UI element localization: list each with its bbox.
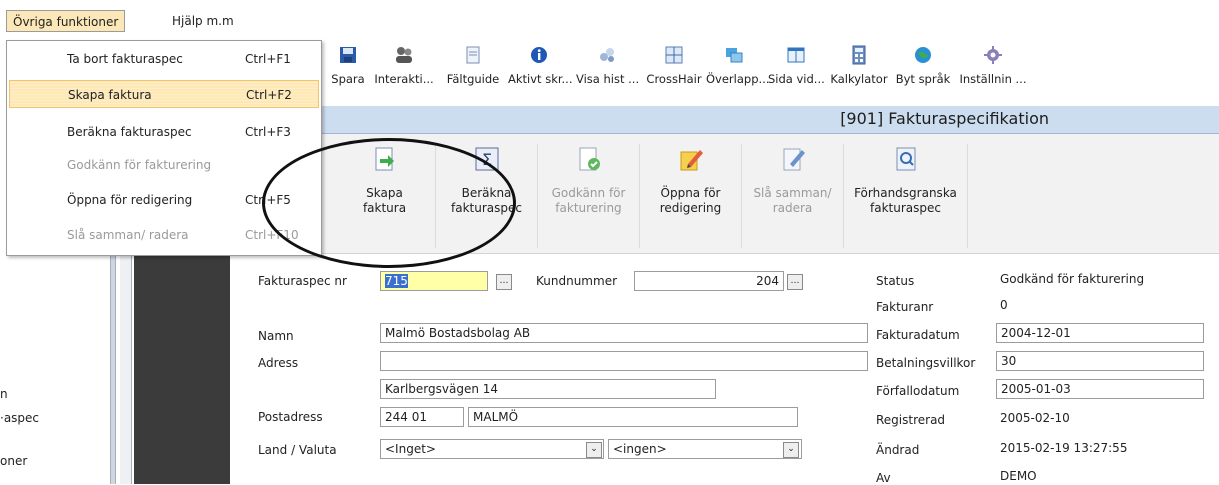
sla-samman-radera-button[interactable]: Slå samman/radera [742, 144, 844, 248]
status-value: Godkänd för fakturering [1000, 272, 1145, 286]
adress-label: Adress [258, 356, 299, 370]
status-label: Status [876, 274, 915, 288]
byt-sprak-button[interactable]: Byt språk [894, 44, 952, 104]
kundnummer-lookup-button[interactable]: … [787, 274, 803, 290]
chevron-down-icon[interactable]: ⌄ [783, 442, 799, 458]
menu-item-sla-samman-radera[interactable]: Slå samman/ radera Ctrl+F10 [9, 221, 319, 249]
preview-icon [896, 147, 915, 171]
fakturaspec-nr-field[interactable]: 715 [380, 271, 488, 291]
menu-bar: Övriga funktioner Hjälp m.m [0, 0, 1219, 38]
invoice-spec-form: Fakturaspec nr 715 … Kundnummer 204 … Na… [230, 255, 1219, 485]
installningar-button[interactable]: Inställnin ... [958, 44, 1028, 104]
calculator-icon [852, 45, 866, 65]
menu-item-skapa-faktura[interactable]: Skapa faktura Ctrl+F2 [9, 80, 319, 108]
sidebar-item[interactable]: oner [0, 454, 27, 468]
sidebar-item[interactable]: ·aspec [0, 411, 39, 425]
ovriga-funktioner-dropdown: Ta bort fakturaspec Ctrl+F1 Skapa faktura… [6, 40, 322, 256]
document-icon [466, 46, 480, 64]
crosshair-icon [665, 46, 683, 64]
adress-field[interactable] [380, 351, 868, 371]
fakturaspec-nr-label: Fakturaspec nr [258, 274, 347, 288]
action-panel: Skapa faktura Σ Beräkna fakturaspec Godkän… [230, 134, 1219, 254]
svg-text:Σ: Σ [481, 150, 491, 169]
menu-item-oppna-for-redigering[interactable]: Öppna för redigering Ctrl+F5 [9, 186, 319, 214]
fakturaspec-lookup-button[interactable]: … [496, 274, 512, 290]
betalningsvillkor-label: Betalningsvillkor [876, 356, 976, 370]
kundnummer-field[interactable]: 204 [634, 271, 784, 291]
toolbar: Spara Interakti... Fältguide Aktivt skr.… [322, 38, 1219, 106]
create-invoice-icon [375, 147, 394, 171]
av-label: Av [876, 471, 891, 485]
window-title-bar: [901] Fakturaspecifikation [322, 106, 1219, 134]
sida-vid-button[interactable]: Sida vid... [768, 44, 825, 104]
godkann-for-fakturering-button[interactable]: Godkänn för fakturering [538, 144, 640, 248]
save-icon [340, 47, 356, 63]
land-select[interactable]: <Inget> [380, 439, 604, 459]
faltguide-button[interactable]: Fältguide [446, 44, 500, 104]
adress2-field[interactable]: Karlbergsvägen 14 [380, 379, 716, 399]
window-title: [901] Fakturaspecifikation [840, 109, 1049, 128]
forfallodatum-label: Förfallodatum [876, 384, 960, 398]
overlapp-button[interactable]: Överlapp... [706, 44, 769, 104]
fakturanr-label: Fakturanr [876, 300, 934, 314]
visa-hist-button[interactable]: Visa hist ... [576, 44, 639, 104]
approve-icon [579, 147, 600, 171]
globe-icon [915, 47, 931, 63]
forhandsgranska-fakturaspec-button[interactable]: Förhandsgranska fakturaspec [844, 144, 968, 248]
registrerad-value: 2005-02-10 [1000, 411, 1070, 425]
menu-hjalp[interactable]: Hjälp m.m [166, 10, 240, 32]
sum-icon: Σ [475, 147, 498, 171]
forfallodatum-field[interactable]: 2005-01-03 [996, 379, 1204, 399]
av-value: DEMO [1000, 469, 1037, 483]
andrad-label: Ändrad [876, 443, 920, 457]
postnummer-field[interactable]: 244 01 [380, 407, 464, 427]
ort-field[interactable]: MALMÖ [468, 407, 798, 427]
left-sidebar: n ·aspec oner [0, 255, 110, 484]
info-icon [531, 47, 547, 63]
menu-item-godkann-for-fakturering[interactable]: Godkänn för fakturering [9, 151, 319, 179]
sidebar-splitter[interactable] [110, 255, 116, 484]
overlap-icon [726, 48, 743, 63]
valuta-select[interactable]: <ingen> [608, 439, 802, 459]
andrad-value: 2015-02-19 13:27:55 [1000, 441, 1128, 455]
spara-button[interactable]: Spara [328, 44, 368, 104]
kalkylator-button[interactable]: Kalkylator [830, 44, 888, 104]
gear-icon [984, 46, 1002, 64]
betalningsvillkor-field[interactable]: 30 [996, 351, 1204, 371]
interaktiv-button[interactable]: Interakti... [374, 44, 434, 104]
berakna-fakturaspec-button[interactable]: Σ Beräkna fakturaspec [436, 144, 538, 248]
registrerad-label: Registrerad [876, 413, 946, 427]
oppna-for-redigering-button[interactable]: Öppna för redigering [640, 144, 742, 248]
sidebar-scrollbar[interactable] [120, 255, 132, 484]
sidebar-item[interactable]: n [0, 387, 8, 401]
chevron-down-icon[interactable]: ⌄ [586, 442, 602, 458]
menu-item-ta-bort-fakturaspec[interactable]: Ta bort fakturaspec Ctrl+F1 [9, 45, 319, 73]
skapa-faktura-button[interactable]: Skapa faktura [334, 144, 436, 248]
kundnummer-label: Kundnummer [536, 274, 618, 288]
namn-label: Namn [258, 329, 294, 343]
namn-field[interactable]: Malmö Bostadsbolag AB [380, 323, 868, 343]
menu-ovriga-funktioner[interactable]: Övriga funktioner [6, 10, 126, 32]
history-icon [600, 48, 614, 62]
land-valuta-label: Land / Valuta [258, 443, 337, 457]
fakturadatum-label: Fakturadatum [876, 328, 960, 342]
fakturadatum-field[interactable]: 2004-12-01 [996, 323, 1204, 343]
aktivt-skr-button[interactable]: Aktivt skr... [508, 44, 573, 104]
crosshair-button[interactable]: CrossHair [646, 44, 702, 104]
postadress-label: Postadress [258, 410, 323, 424]
fakturanr-value: 0 [1000, 298, 1008, 312]
people-icon [396, 47, 412, 63]
menu-item-berakna-fakturaspec[interactable]: Beräkna fakturaspec Ctrl+F3 [9, 118, 319, 146]
side-by-side-icon [787, 47, 805, 63]
edit-icon [680, 150, 703, 171]
merge-delete-icon [783, 148, 805, 171]
